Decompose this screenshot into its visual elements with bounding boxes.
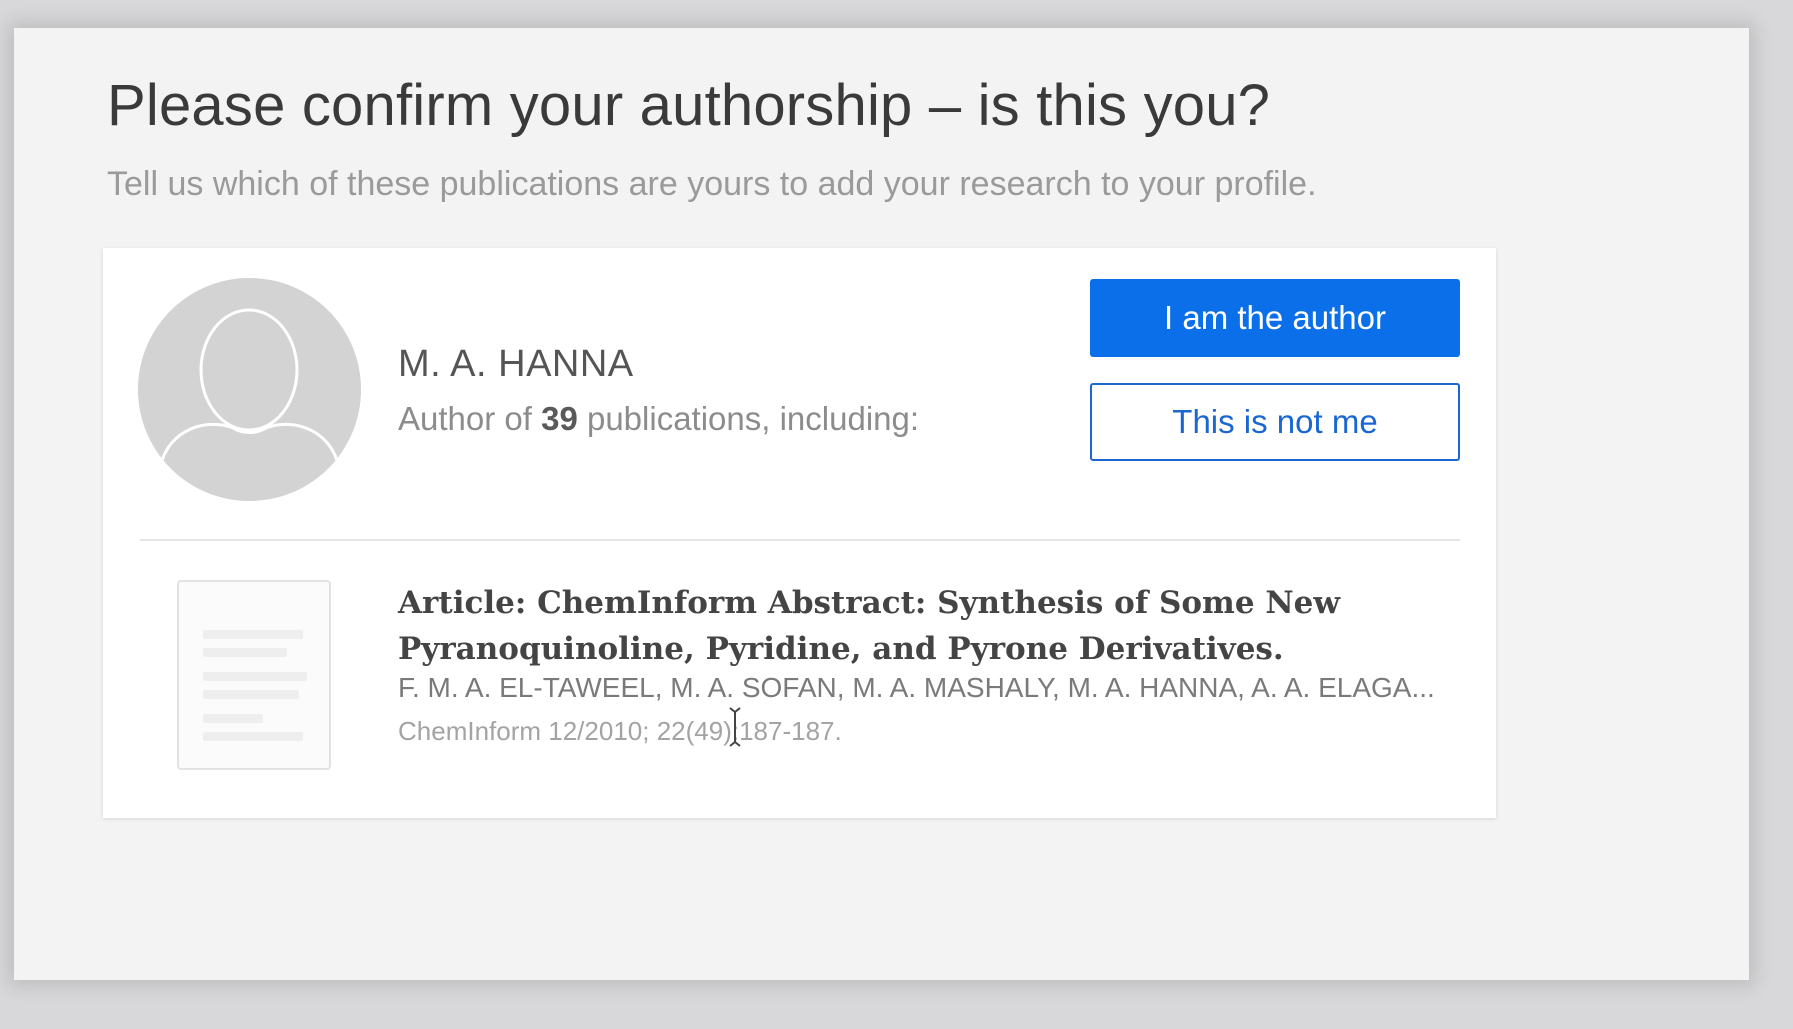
person-silhouette-icon — [138, 278, 361, 501]
author-name: M. A. HANNA — [398, 343, 634, 385]
publication-authors: F. M. A. EL-TAWEEL, M. A. SOFAN, M. A. M… — [398, 672, 1435, 703]
divider — [140, 539, 1460, 541]
author-meta-suffix: publications, including: — [577, 400, 920, 437]
i-am-the-author-button[interactable]: I am the author — [1090, 279, 1460, 357]
page-title: Please confirm your authorship – is this… — [107, 73, 1271, 138]
author-meta-prefix: Author of — [398, 400, 542, 437]
text-cursor-icon — [729, 707, 741, 747]
document-thumbnail-icon[interactable] — [177, 580, 331, 770]
this-is-not-me-button[interactable]: This is not me — [1090, 383, 1460, 461]
publication-source: ChemInform 12/2010; 22(49):187-187. — [398, 716, 842, 746]
page-subtitle: Tell us which of these publications are … — [107, 165, 1317, 203]
publication-count: 39 — [541, 400, 578, 437]
author-publication-summary: Author of 39 publications, including: — [398, 400, 919, 438]
publication-title[interactable]: Article: ChemInform Abstract: Synthesis … — [398, 580, 1378, 672]
